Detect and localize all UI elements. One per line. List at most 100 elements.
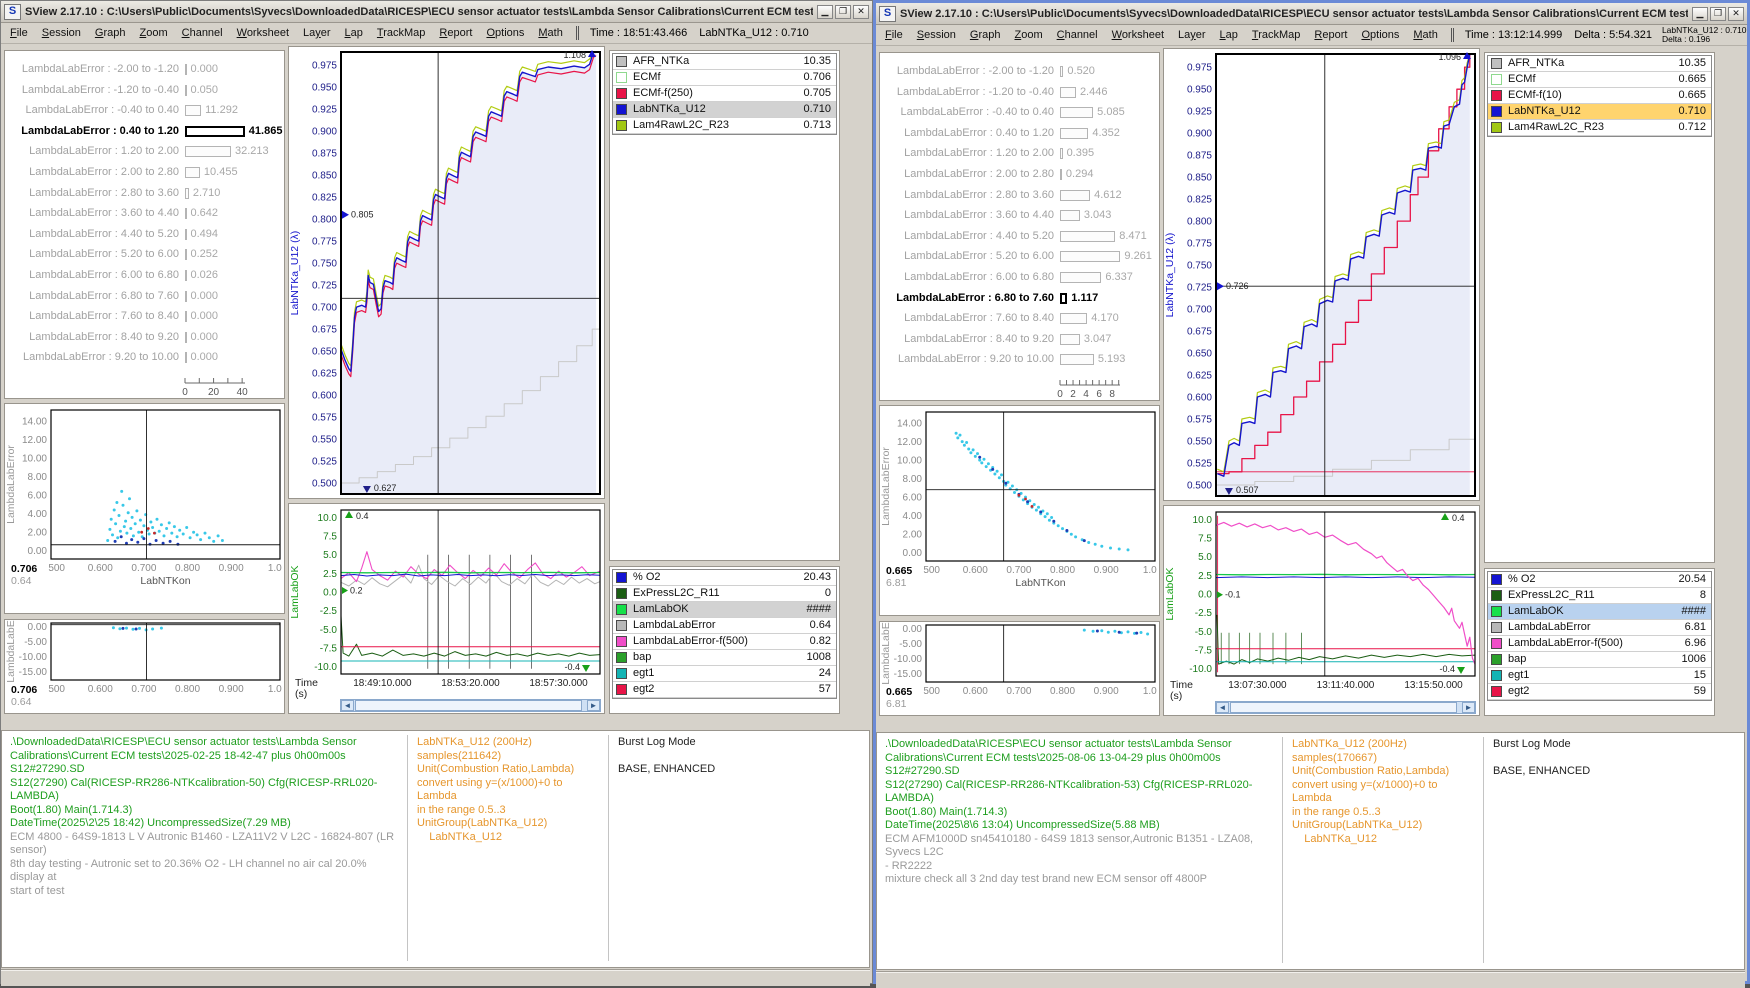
scroll-right-arrow-icon[interactable]: ► [1462, 702, 1475, 713]
menu-item-graph[interactable]: Graph [963, 27, 1008, 43]
scroll-thumb[interactable] [1230, 702, 1457, 713]
histogram-row-label[interactable]: LambdaLabError : 9.20 to 10.00 [9, 351, 179, 363]
menu-item-channel[interactable]: Channel [1050, 27, 1105, 43]
histogram-row-label[interactable]: LambdaLabError : 1.20 to 2.00 [9, 145, 179, 157]
menu-item-worksheet[interactable]: Worksheet [230, 25, 296, 41]
minimize-button[interactable]: ▁ [817, 5, 833, 19]
legend-row-afr-ntka[interactable]: AFR_NTKa10.35 [1488, 56, 1711, 72]
right-lower[interactable]: 10.07.55.02.50.0-2.5-5.0-7.5-10.013:07:3… [1164, 506, 1479, 715]
legend-row-ecmf[interactable]: ECMf0.665 [1488, 72, 1711, 88]
menu-item-session[interactable]: Session [35, 25, 88, 41]
time-scrollbar[interactable]: ◄► [1215, 701, 1476, 714]
close-button[interactable]: ✕ [1728, 7, 1744, 21]
histogram-row-label[interactable]: LambdaLabError : 7.60 to 8.40 [884, 312, 1054, 324]
menu-item-graph[interactable]: Graph [88, 25, 133, 41]
menu-item-report[interactable]: Report [432, 25, 479, 41]
menu-item-file[interactable]: File [3, 25, 35, 41]
scroll-right-arrow-icon[interactable]: ► [587, 700, 600, 711]
histogram-row-label[interactable]: LambdaLabError : 5.20 to 6.00 [9, 248, 179, 260]
menu-item-layer[interactable]: Layer [296, 25, 338, 41]
legend-row-ecmf-f-10-[interactable]: ECMf-f(10)0.665 [1488, 88, 1711, 104]
legend-row-bap[interactable]: bap1008 [613, 650, 836, 666]
legend-row-egt2[interactable]: egt257 [613, 682, 836, 698]
scroll-thumb[interactable] [355, 700, 582, 711]
menu-item-math[interactable]: Math [531, 25, 569, 41]
menu-item-lap[interactable]: Lap [338, 25, 370, 41]
histogram-row-label[interactable]: LambdaLabError : 6.00 to 6.80 [884, 271, 1054, 283]
legend-row-bap[interactable]: bap1006 [1488, 652, 1711, 668]
menu-item-zoom[interactable]: Zoom [132, 25, 174, 41]
legend-row-afr-ntka[interactable]: AFR_NTKa10.35 [613, 54, 836, 70]
menu-item-worksheet[interactable]: Worksheet [1105, 27, 1171, 43]
legend-row-ecmf-f-250-[interactable]: ECMf-f(250)0.705 [613, 86, 836, 102]
histogram-row-label[interactable]: LambdaLabError : 6.00 to 6.80 [9, 269, 179, 281]
legend-row-lambdalaberror[interactable]: LambdaLabError0.64 [613, 618, 836, 634]
menu-item-report[interactable]: Report [1307, 27, 1354, 43]
menu-item-zoom[interactable]: Zoom [1007, 27, 1049, 43]
legend-row-egt1[interactable]: egt115 [1488, 668, 1711, 684]
menu-item-trackmap[interactable]: TrackMap [1245, 27, 1308, 43]
histogram-row-label[interactable]: LambdaLabError : 1.20 to 2.00 [884, 147, 1054, 159]
histogram-row-label[interactable]: LambdaLabError : 8.40 to 9.20 [9, 331, 179, 343]
legend-row-lambdalaberror-f-500-[interactable]: LambdaLabError-f(500)0.82 [613, 634, 836, 650]
histogram-row-label[interactable]: LambdaLabError : 5.20 to 6.00 [884, 250, 1054, 262]
legend-row-lam4rawl2c-r23[interactable]: Lam4RawL2C_R230.712 [1488, 120, 1711, 136]
histogram-row-label[interactable]: LambdaLabError : 2.00 to 2.80 [884, 168, 1054, 180]
legend-row-lambdalaberror[interactable]: LambdaLabError6.81 [1488, 620, 1711, 636]
menu-item-options[interactable]: Options [479, 25, 531, 41]
histogram-row-label[interactable]: LambdaLabError : 7.60 to 8.40 [9, 310, 179, 322]
histogram-row-label[interactable]: LambdaLabError : 2.00 to 2.80 [9, 166, 179, 178]
histogram-row-label[interactable]: LambdaLabError : 2.80 to 3.60 [884, 189, 1054, 201]
legend-row-expressl2c-r11[interactable]: ExPressL2C_R118 [1488, 588, 1711, 604]
titlebar[interactable]: S SView 2.17.10 : C:\Users\Public\Docume… [876, 3, 1747, 25]
menu-item-layer[interactable]: Layer [1171, 27, 1213, 43]
histogram-row-label[interactable]: LambdaLabError : 9.20 to 10.00 [884, 353, 1054, 365]
histogram-row-label[interactable]: LambdaLabError : 3.60 to 4.40 [9, 207, 179, 219]
scroll-left-arrow-icon[interactable]: ◄ [341, 700, 354, 711]
menu-item-channel[interactable]: Channel [175, 25, 230, 41]
left-main[interactable]: 0.9750.9500.9250.9000.8750.8500.8250.800… [289, 47, 604, 498]
minimize-button[interactable]: ▁ [1692, 7, 1708, 21]
histogram-row-label[interactable]: LambdaLabError : 4.40 to 5.20 [884, 230, 1054, 242]
menu-item-session[interactable]: Session [910, 27, 963, 43]
histogram-row-label[interactable]: LambdaLabError : 8.40 to 9.20 [884, 333, 1054, 345]
menu-item-lap[interactable]: Lap [1213, 27, 1245, 43]
right-main[interactable]: 0.9750.9500.9250.9000.8750.8500.8250.800… [1164, 49, 1479, 500]
menu-item-options[interactable]: Options [1354, 27, 1406, 43]
histogram-row-label[interactable]: LambdaLabError : 6.80 to 7.60 [9, 290, 179, 302]
legend-row-ecmf[interactable]: ECMf0.706 [613, 70, 836, 86]
legend-row-lamlabok[interactable]: LamLabOK#### [1488, 604, 1711, 620]
histogram-row-label[interactable]: LambdaLabError : 3.60 to 4.40 [884, 209, 1054, 221]
legend-row-labntka-u12[interactable]: LabNTKa_U120.710 [1488, 104, 1711, 120]
legend-row-expressl2c-r11[interactable]: ExPressL2C_R110 [613, 586, 836, 602]
menu-item-math[interactable]: Math [1406, 27, 1444, 43]
histogram-row-label[interactable]: LambdaLabError : -0.40 to 0.40 [884, 106, 1054, 118]
legend-row-lamlabok[interactable]: LamLabOK#### [613, 602, 836, 618]
histogram-row-label[interactable]: LambdaLabError : 4.40 to 5.20 [9, 228, 179, 240]
legend-row-labntka-u12[interactable]: LabNTKa_U120.710 [613, 102, 836, 118]
legend-row-lambdalaberror-f-500-[interactable]: LambdaLabError-f(500)6.96 [1488, 636, 1711, 652]
histogram-row-label[interactable]: LambdaLabError : -2.00 to -1.20 [9, 63, 179, 75]
histogram-row-label[interactable]: LambdaLabError : 0.40 to 1.20 [9, 125, 179, 137]
legend-row--o2[interactable]: % O220.54 [1488, 572, 1711, 588]
legend-row--o2[interactable]: % O220.43 [613, 570, 836, 586]
histogram-row-label[interactable]: LambdaLabError : 6.80 to 7.60 [884, 292, 1054, 304]
maximize-button[interactable]: ❐ [835, 5, 851, 19]
histogram-row-label[interactable]: LambdaLabError : 0.40 to 1.20 [884, 127, 1054, 139]
legend-row-lam4rawl2c-r23[interactable]: Lam4RawL2C_R230.713 [613, 118, 836, 134]
left-scatter1[interactable]: 14.0012.0010.008.006.004.002.000.005000.… [5, 404, 284, 613]
left-scatter2[interactable]: 0.00-5.00-10.00-15.005000.6000.7000.8000… [5, 620, 284, 713]
histogram-row-label[interactable]: LambdaLabError : -1.20 to -0.40 [884, 86, 1054, 98]
left-lower[interactable]: 10.07.55.02.50.0-2.5-5.0-7.5-10.018:49:1… [289, 504, 604, 713]
scroll-left-arrow-icon[interactable]: ◄ [1216, 702, 1229, 713]
histogram-row-label[interactable]: LambdaLabError : -2.00 to -1.20 [884, 65, 1054, 77]
right-scatter2[interactable]: 0.00-5.00-10.00-15.005000.6000.7000.8000… [880, 622, 1159, 715]
menu-item-trackmap[interactable]: TrackMap [370, 25, 433, 41]
time-scrollbar[interactable]: ◄► [340, 699, 601, 712]
histogram-row-label[interactable]: LambdaLabError : -0.40 to 0.40 [9, 104, 179, 116]
right-scatter1[interactable]: 14.0012.0010.008.006.004.002.000.005000.… [880, 406, 1159, 615]
legend-row-egt1[interactable]: egt124 [613, 666, 836, 682]
legend-row-egt2[interactable]: egt259 [1488, 684, 1711, 700]
histogram-row-label[interactable]: LambdaLabError : -1.20 to -0.40 [9, 84, 179, 96]
maximize-button[interactable]: ❐ [1710, 7, 1726, 21]
